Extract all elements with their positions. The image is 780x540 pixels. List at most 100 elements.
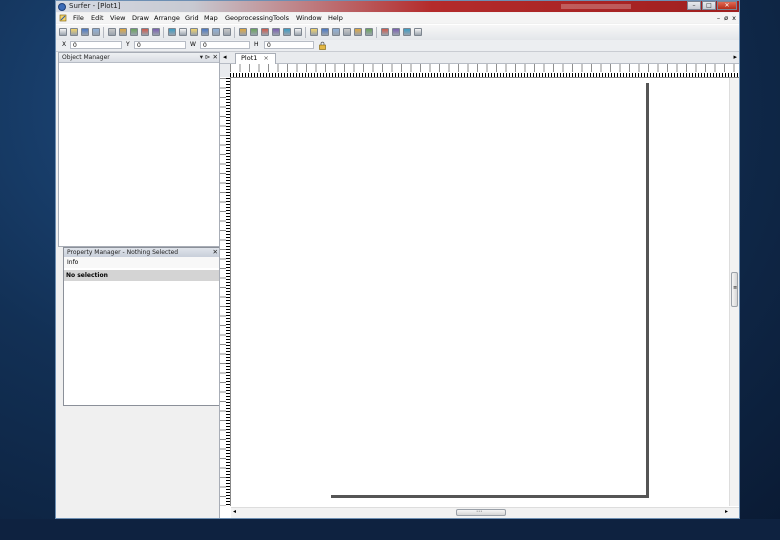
select-icon[interactable] (168, 28, 176, 36)
x-field[interactable]: 0 (70, 41, 122, 49)
horizontal-ruler[interactable] (230, 64, 739, 78)
desktop-strip (0, 519, 780, 540)
zoom-fit-icon[interactable] (212, 28, 220, 36)
vertical-ruler[interactable] (220, 78, 231, 506)
map-post-icon[interactable] (272, 28, 280, 36)
property-manager-title: Property Manager - Nothing Selected (67, 249, 179, 256)
new-icon[interactable] (59, 28, 67, 36)
vertical-thumb-grip: ≡ (733, 285, 738, 291)
mdi-restore-button[interactable]: ø (724, 14, 728, 22)
grid-blank-icon[interactable] (381, 28, 389, 36)
document-icon[interactable] (59, 14, 67, 22)
window-controls: – □ ✕ (687, 1, 737, 11)
open-icon[interactable] (70, 28, 78, 36)
menu-grid[interactable]: Grid (185, 14, 199, 22)
grid-slice-icon[interactable] (354, 28, 362, 36)
mdi-minimize-button[interactable]: – (717, 14, 720, 22)
map-contour-icon[interactable] (250, 28, 258, 36)
map-shaded-icon[interactable] (294, 28, 302, 36)
map-vector-icon[interactable] (310, 28, 318, 36)
mdi-close-button[interactable]: x (732, 14, 736, 22)
toolbar-separator (163, 27, 164, 38)
vertical-scrollbar[interactable]: ≡ (729, 78, 739, 506)
object-manager-pane[interactable]: Object Manager ▾ ⊳ ✕ (58, 52, 221, 247)
menu-arrange[interactable]: Arrange (154, 14, 180, 22)
grid-math-icon[interactable] (414, 28, 422, 36)
pan-icon[interactable] (223, 28, 231, 36)
no-selection-bar: No selection (64, 270, 220, 281)
menu-draw[interactable]: Draw (132, 14, 149, 22)
object-manager-title: Object Manager (62, 54, 110, 61)
y-label: Y (126, 41, 130, 48)
menu-file[interactable]: File (73, 14, 84, 22)
height-label: H (254, 41, 259, 48)
vertical-scroll-thumb[interactable]: ≡ (731, 272, 738, 307)
mdi-controls: – ø x (717, 14, 736, 22)
paste-icon[interactable] (130, 28, 138, 36)
tab-scroll-left-icon[interactable]: ◂ (223, 53, 227, 61)
cut-icon[interactable] (108, 28, 116, 36)
grid-filter-icon[interactable] (403, 28, 411, 36)
horizontal-scrollbar[interactable]: ◂ ⋯ ▸ (231, 507, 739, 518)
object-manager-header[interactable]: Object Manager ▾ ⊳ ✕ (59, 53, 220, 63)
menu-geoprocessing[interactable]: Geoprocessing (225, 14, 273, 22)
scroll-right-icon[interactable]: ▸ (725, 508, 728, 515)
vertical-ruler-labels (220, 78, 226, 506)
map-image-icon[interactable] (283, 28, 291, 36)
zoom-out-icon[interactable] (190, 28, 198, 36)
info-tab[interactable]: Info (67, 259, 78, 266)
window-title: Surfer - [Plot1] (69, 2, 121, 10)
toolbar-separator (305, 27, 306, 38)
coordinate-bar: X 0 Y 0 W 0 H 0 (56, 40, 739, 52)
menu-bar: File Edit View Draw Arrange Grid Map Geo… (56, 13, 739, 23)
main-toolbar (56, 24, 739, 41)
print-icon[interactable] (92, 28, 100, 36)
app-icon[interactable] (58, 3, 66, 11)
zoom-in-icon[interactable] (179, 28, 187, 36)
grid-volume-icon[interactable] (365, 28, 373, 36)
tab-plot1[interactable]: Plot1 × (235, 53, 276, 64)
title-bar[interactable]: Surfer - [Plot1] – □ ✕ (56, 1, 739, 12)
height-field[interactable]: 0 (264, 41, 314, 49)
grid-data-icon[interactable] (343, 28, 351, 36)
titlebar-hint (561, 4, 631, 9)
toolbar-separator (234, 27, 235, 38)
map-3d-icon[interactable] (321, 28, 329, 36)
toolbar-separator (103, 27, 104, 38)
width-field[interactable]: 0 (200, 41, 250, 49)
close-button[interactable]: ✕ (717, 1, 737, 10)
plot-page[interactable] (331, 83, 649, 498)
lock-aspect-icon[interactable] (318, 41, 327, 50)
map-watershed-icon[interactable] (332, 28, 340, 36)
document-area: ◂ Plot1 × ▸ ≡ ◂ ⋯ ▸ (219, 52, 739, 518)
plot-canvas[interactable] (231, 78, 727, 506)
copy-icon[interactable] (119, 28, 127, 36)
redo-icon[interactable] (152, 28, 160, 36)
minimize-button[interactable]: – (687, 1, 701, 10)
menu-edit[interactable]: Edit (91, 14, 104, 22)
scroll-left-icon[interactable]: ◂ (233, 508, 236, 515)
property-toolbar: Info (64, 257, 220, 268)
menu-tools[interactable]: Tools (273, 14, 289, 22)
undo-icon[interactable] (141, 28, 149, 36)
menu-help[interactable]: Help (328, 14, 343, 22)
property-manager-close-icon[interactable]: ✕ (213, 248, 218, 257)
tab-close-icon[interactable]: × (263, 54, 268, 62)
toolbar-separator (376, 27, 377, 38)
maximize-button[interactable]: □ (702, 1, 716, 10)
menu-map[interactable]: Map (204, 14, 218, 22)
tab-plot1-label: Plot1 (241, 54, 258, 62)
refresh-icon[interactable] (239, 28, 247, 36)
pane-controls-icon[interactable]: ▾ ⊳ ✕ (200, 53, 218, 62)
save-icon[interactable] (81, 28, 89, 36)
menu-view[interactable]: View (110, 14, 125, 22)
menu-window[interactable]: Window (296, 14, 322, 22)
x-label: X (62, 41, 67, 48)
grid-convert-icon[interactable] (392, 28, 400, 36)
horizontal-scroll-thumb[interactable]: ⋯ (456, 508, 506, 516)
tab-scroll-right-icon[interactable]: ▸ (733, 53, 737, 61)
map-base-icon[interactable] (261, 28, 269, 36)
property-manager-pane[interactable]: Property Manager - Nothing Selected ✕ In… (63, 247, 221, 406)
y-field[interactable]: 0 (134, 41, 186, 49)
zoom-rect-icon[interactable] (201, 28, 209, 36)
